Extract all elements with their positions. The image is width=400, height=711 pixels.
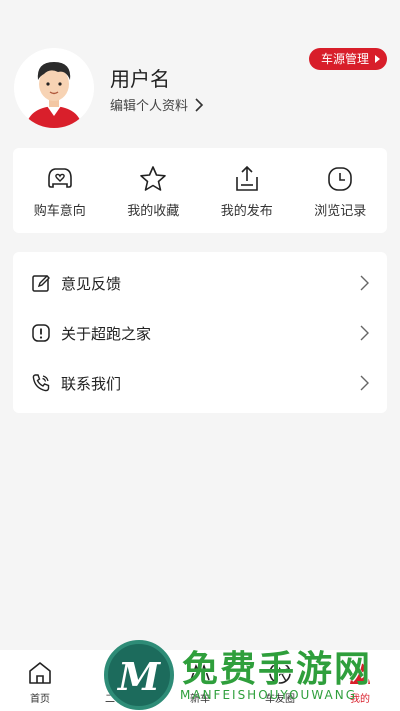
phone-icon xyxy=(32,374,50,392)
edit-profile-label: 编辑个人资料 xyxy=(110,99,189,114)
source-management-button[interactable]: 车源管理 xyxy=(308,48,387,70)
quick-action-label: 购车意向 xyxy=(33,204,86,219)
watermark: M 免费手游网 MANFEISHOUYOUWANG xyxy=(100,638,400,711)
home-icon xyxy=(29,662,51,684)
clock-icon xyxy=(328,167,353,191)
car-heart-icon xyxy=(47,168,72,188)
watermark-subtitle: MANFEISHOUYOUWANG xyxy=(180,688,358,702)
settings-menu: 意见反馈 关于超跑之家 联系我们 xyxy=(13,252,387,413)
watermark-logo-letter: M xyxy=(118,654,161,699)
profile-header: 用户名 编辑个人资料 车源管理 xyxy=(0,0,400,140)
menu-item-label: 联系我们 xyxy=(61,374,122,393)
quick-action-my-posts[interactable]: 我的发布 xyxy=(200,148,294,233)
quick-action-history[interactable]: 浏览记录 xyxy=(294,148,388,233)
tab-home[interactable]: 首页 xyxy=(0,650,80,711)
avatar[interactable] xyxy=(14,48,94,128)
menu-item-about[interactable]: 关于超跑之家 xyxy=(13,308,387,358)
quick-action-label: 我的发布 xyxy=(220,204,273,219)
quick-action-label: 我的收藏 xyxy=(127,204,180,219)
chevron-right-icon xyxy=(360,375,369,391)
upload-icon xyxy=(235,165,258,191)
edit-icon xyxy=(32,275,50,292)
menu-item-feedback[interactable]: 意见反馈 xyxy=(13,258,387,308)
chevron-right-icon xyxy=(195,97,204,112)
watermark-title: 免费手游网 xyxy=(182,649,373,690)
chevron-right-icon xyxy=(360,275,369,291)
quick-action-label: 浏览记录 xyxy=(314,204,367,219)
edit-profile-link[interactable]: 编辑个人资料 xyxy=(110,95,204,114)
info-icon xyxy=(32,324,50,342)
tab-label: 首页 xyxy=(30,694,50,705)
star-icon xyxy=(140,166,167,191)
menu-item-label: 关于超跑之家 xyxy=(61,324,152,343)
menu-item-label: 意见反馈 xyxy=(61,274,122,293)
avatar-illustration xyxy=(14,48,94,128)
triangle-right-icon xyxy=(375,55,380,63)
watermark-logo: M xyxy=(104,640,174,710)
menu-item-contact[interactable]: 联系我们 xyxy=(13,358,387,408)
username: 用户名 xyxy=(110,67,170,91)
quick-action-purchase-intent[interactable]: 购车意向 xyxy=(13,148,107,233)
chevron-right-icon xyxy=(360,325,369,341)
source-management-label: 车源管理 xyxy=(320,52,369,66)
quick-action-favorites[interactable]: 我的收藏 xyxy=(107,148,201,233)
quick-actions-card: 购车意向 我的收藏 我的发布 浏览记录 xyxy=(13,148,387,233)
